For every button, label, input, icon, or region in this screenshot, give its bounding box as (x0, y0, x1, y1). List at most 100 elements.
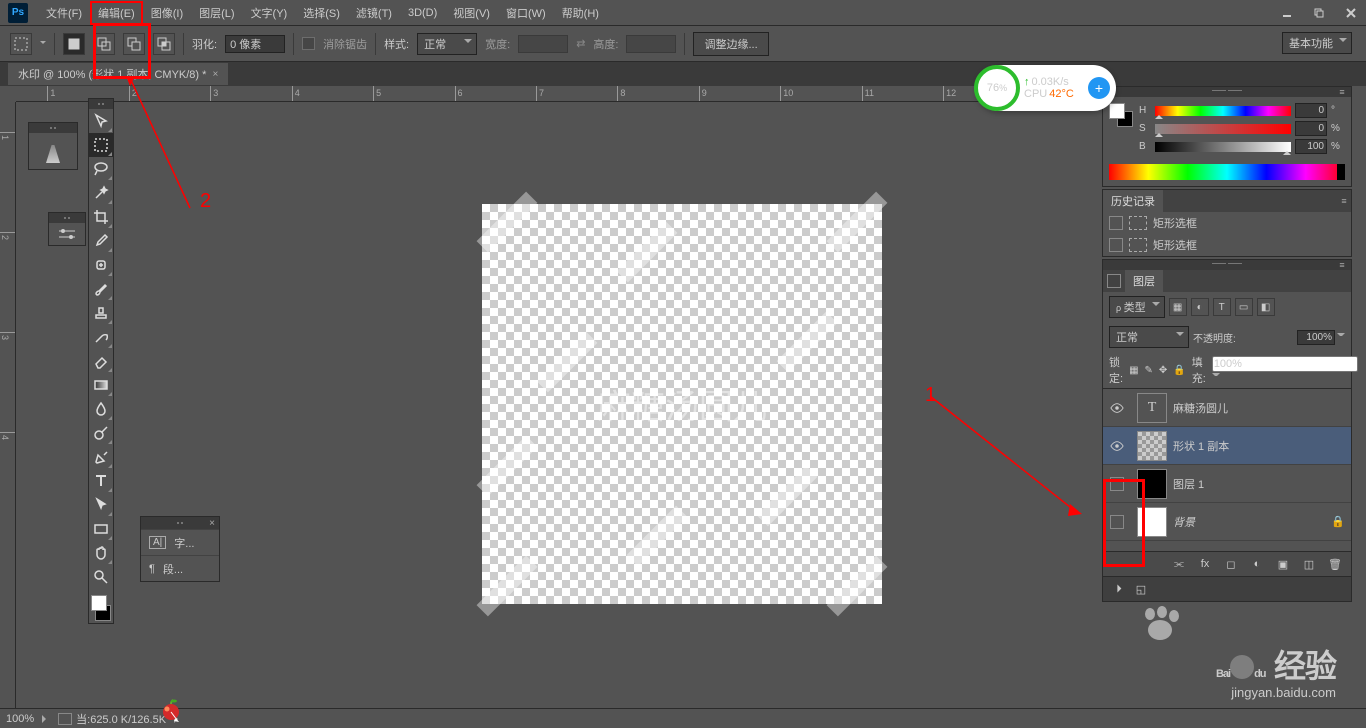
panel-handle[interactable]: ≡ (1103, 260, 1351, 270)
menu-view[interactable]: 视图(V) (445, 1, 498, 25)
close-panel-icon[interactable]: × (209, 518, 215, 529)
sat-slider[interactable] (1155, 124, 1291, 134)
doc-info[interactable]: 当:625.0 K/126.5K (76, 711, 166, 727)
lock-pos-icon[interactable]: ✥ (1159, 363, 1167, 377)
brush-preset-panel[interactable] (28, 122, 78, 170)
zoom-level[interactable]: 100% (6, 713, 34, 725)
style-combo[interactable]: 正常 (417, 33, 477, 55)
group-icon[interactable]: ▣ (1275, 556, 1291, 572)
feather-input[interactable] (225, 35, 285, 53)
history-item[interactable]: 矩形选框 (1103, 234, 1351, 256)
selection-intersect-icon[interactable] (153, 33, 175, 55)
link-layers-icon[interactable]: ⫘ (1171, 556, 1187, 572)
path-select-tool-icon[interactable] (89, 493, 113, 517)
healing-brush-tool-icon[interactable] (89, 253, 113, 277)
layer-row[interactable]: 形状 1 副本 (1103, 427, 1351, 465)
opacity-input[interactable] (1297, 330, 1335, 345)
hue-input[interactable] (1295, 103, 1327, 118)
menu-image[interactable]: 图像(I) (143, 1, 191, 25)
collapsed-panel[interactable] (48, 212, 86, 246)
type-tool-icon[interactable] (89, 469, 113, 493)
layers-tab[interactable]: 图层 (1125, 270, 1163, 292)
magic-wand-tool-icon[interactable] (89, 181, 113, 205)
visibility-toggle[interactable] (1103, 439, 1131, 453)
refine-edge-button[interactable]: 调整边缘... (693, 32, 768, 56)
panel-handle[interactable]: ≡ (1103, 87, 1351, 97)
close-tab-icon[interactable]: × (212, 69, 218, 80)
brush-tool-icon[interactable] (89, 277, 113, 301)
eraser-tool-icon[interactable] (89, 349, 113, 373)
toggle-icon[interactable] (1107, 274, 1121, 288)
history-item[interactable]: 矩形选框 (1103, 212, 1351, 234)
eyedropper-tool-icon[interactable] (89, 229, 113, 253)
filter-combo[interactable]: ρ 类型 (1109, 296, 1165, 318)
trash-icon[interactable]: 🗑 (1327, 556, 1343, 572)
visibility-toggle[interactable] (1103, 401, 1131, 415)
dodge-tool-icon[interactable] (89, 421, 113, 445)
filter-type-icon[interactable]: T (1213, 298, 1231, 316)
gradient-tool-icon[interactable] (89, 373, 113, 397)
new-layer-icon[interactable]: ◫ (1301, 556, 1317, 572)
menu-3d[interactable]: 3D(D) (400, 3, 445, 23)
zoom-tool-icon[interactable] (89, 565, 113, 589)
horizontal-ruler[interactable]: 012345678910111213 (16, 86, 1106, 102)
color-swatches[interactable] (89, 593, 113, 623)
history-brush-tool-icon[interactable] (89, 325, 113, 349)
dropdown-icon[interactable] (1212, 373, 1220, 381)
menu-select[interactable]: 选择(S) (295, 1, 348, 25)
pen-tool-icon[interactable] (89, 445, 113, 469)
workspace-switcher[interactable]: 基本功能 (1282, 32, 1352, 54)
stamp-tool-icon[interactable] (89, 301, 113, 325)
maximize-icon[interactable] (1304, 3, 1334, 23)
add-icon[interactable]: + (1088, 77, 1110, 99)
lock-pixels-icon[interactable]: ✎ (1145, 363, 1153, 377)
filter-pixel-icon[interactable]: ▦ (1169, 298, 1187, 316)
fill-input[interactable] (1212, 356, 1358, 372)
lock-trans-icon[interactable]: ▦ (1129, 363, 1138, 377)
panel-menu-icon[interactable]: ≡ (1335, 87, 1349, 97)
blur-tool-icon[interactable] (89, 397, 113, 421)
zoom-dropdown-icon[interactable] (42, 715, 50, 723)
menu-filter[interactable]: 滤镜(T) (348, 1, 400, 25)
blend-mode-combo[interactable]: 正常 (1109, 326, 1189, 348)
bri-input[interactable] (1295, 139, 1327, 154)
character-button[interactable]: A|字... (141, 529, 219, 555)
layer-row[interactable]: T 麻糖汤圆儿 (1103, 389, 1351, 427)
crop-tool-icon[interactable] (89, 205, 113, 229)
props-icon[interactable]: ◱ (1133, 581, 1149, 597)
menu-window[interactable]: 窗口(W) (498, 1, 554, 25)
timeline-icon[interactable]: ⏵ (1111, 581, 1127, 597)
current-tool-icon[interactable] (10, 33, 32, 55)
close-icon[interactable] (1336, 3, 1366, 23)
filter-smart-icon[interactable]: ◧ (1257, 298, 1275, 316)
spectrum-picker[interactable] (1109, 164, 1345, 180)
toolbox-handle[interactable] (89, 99, 113, 109)
document-tab[interactable]: 水印 @ 100% (形状 1 副本, CMYK/8) * × (8, 63, 228, 85)
color-swatch-icon[interactable] (1109, 103, 1133, 127)
visibility-toggle[interactable] (1103, 477, 1131, 491)
rect-shape-tool-icon[interactable] (89, 517, 113, 541)
visibility-toggle[interactable] (1103, 515, 1131, 529)
layer-row[interactable]: 图层 1 (1103, 465, 1351, 503)
layer-row[interactable]: 背景 🔒 (1103, 503, 1351, 541)
menu-file[interactable]: 文件(F) (38, 1, 90, 25)
minimize-icon[interactable] (1272, 3, 1302, 23)
filter-adjust-icon[interactable]: ◐ (1191, 298, 1209, 316)
vertical-ruler[interactable]: 01234 (0, 102, 16, 708)
system-monitor-widget[interactable]: 76% ↑0.03K/s CPU 42°C + (976, 65, 1116, 111)
fg-color[interactable] (91, 595, 107, 611)
hue-slider[interactable] (1155, 106, 1291, 116)
dropdown-icon[interactable] (1337, 333, 1345, 341)
mask-icon[interactable]: ◻ (1223, 556, 1239, 572)
lasso-tool-icon[interactable] (89, 157, 113, 181)
hand-tool-icon[interactable] (89, 541, 113, 565)
menu-type[interactable]: 文字(Y) (243, 1, 296, 25)
tool-preset-dropdown-icon[interactable] (40, 41, 46, 47)
selection-new-icon[interactable] (63, 33, 85, 55)
lock-all-icon[interactable]: 🔒 (1173, 363, 1185, 377)
filter-shape-icon[interactable]: ▭ (1235, 298, 1253, 316)
selection-subtract-icon[interactable] (123, 33, 145, 55)
move-tool-icon[interactable] (89, 109, 113, 133)
canvas[interactable]: 麻糖汤圆儿 (482, 204, 882, 604)
menu-layer[interactable]: 图层(L) (191, 1, 242, 25)
